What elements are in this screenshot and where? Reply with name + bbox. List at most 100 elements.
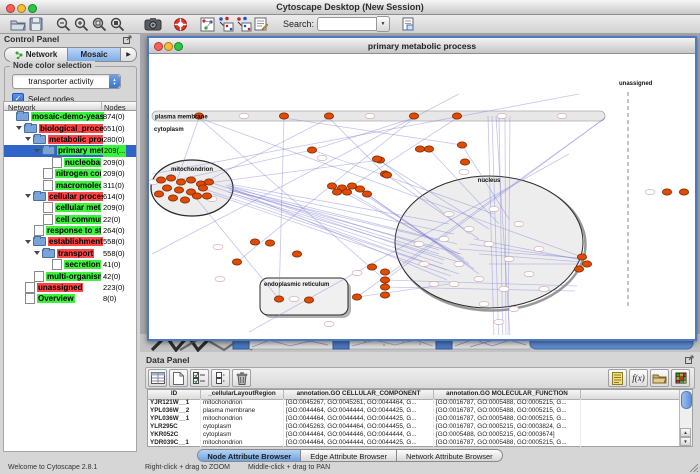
delete-attribute-button[interactable] [232,369,251,387]
graph-node[interactable] [460,159,469,165]
table-row[interactable]: YPL036W__1mitochondrion[GO:0044464, GO:0… [148,415,681,423]
graph-node[interactable] [582,261,591,267]
function-builder-button[interactable]: f(x) [629,369,648,387]
graph-node[interactable] [342,189,351,195]
scroll-up-button[interactable]: ▲ [680,428,691,437]
graph-node[interactable] [577,254,586,260]
col-header-cellular-component[interactable]: annotation.GO CELLULAR_COMPONENT [284,390,434,399]
graph-node[interactable] [154,191,163,197]
graph-node[interactable] [332,189,341,195]
zoom-fit-button[interactable] [108,16,126,32]
graph-node[interactable] [380,277,389,283]
graph-node[interactable] [202,193,211,199]
app-titlebar[interactable]: Cytoscape Desktop (New Session) [0,0,700,15]
graph-node[interactable] [174,187,183,193]
graph-node[interactable] [304,297,313,303]
graph-node[interactable] [162,185,171,191]
tree-item[interactable]: macromolecule311(0) [4,179,136,190]
graph-node[interactable] [452,113,461,119]
tab-network[interactable]: Network [4,47,68,62]
float-data-panel-icon[interactable] [685,355,694,364]
tree-item[interactable]: nitrogen compo209(0) [4,168,136,179]
graph-node[interactable] [679,189,688,195]
tree-item[interactable]: cellular metabo209(0) [4,202,136,213]
graph-node[interactable] [362,191,371,197]
tree-item[interactable]: multi-organism pro42(0) [4,270,136,281]
expand-arrow-icon[interactable] [34,149,40,153]
expand-arrow-icon[interactable] [25,194,31,198]
graph-node[interactable] [324,113,333,119]
tab-edge-attribute-browser[interactable]: Edge Attribute Browser [301,449,397,462]
graph-node[interactable] [192,193,201,199]
graph-node[interactable] [380,292,389,298]
graph-node[interactable] [265,240,274,246]
graph-node[interactable] [372,156,381,162]
scrollbar-thumb[interactable] [681,391,692,409]
search-input[interactable] [317,17,377,31]
graph-node[interactable] [367,264,376,270]
import-attributes-button[interactable] [608,369,627,387]
expand-arrow-icon[interactable] [16,126,22,130]
graph-node[interactable] [662,189,671,195]
graph-node[interactable] [352,294,361,300]
help-button[interactable] [171,16,189,32]
network-overlay-button-1[interactable] [198,16,216,32]
tree-item[interactable]: transport558(0) [4,248,136,259]
graph-node[interactable] [186,177,195,183]
graph-node[interactable] [574,266,583,272]
network-tree[interactable]: mosaic-demo-yeast874(0)biological_proces… [3,111,137,452]
scroll-down-button[interactable]: ▼ [680,437,691,446]
graph-node[interactable] [409,113,418,119]
expand-arrow-icon[interactable] [25,137,31,141]
network-view-window[interactable]: primary metabolic process plasma membran… [147,36,697,341]
network-view-titlebar[interactable]: primary metabolic process [149,38,695,54]
graph-node[interactable] [232,259,241,265]
col-header-molecular-function[interactable]: annotation.GO MOLECULAR_FUNCTION [434,390,581,399]
network-graph[interactable]: plasma membranecytoplasmmitochondrionnuc… [149,54,691,335]
graph-node[interactable] [176,179,185,185]
attribute-table-button[interactable] [148,369,167,387]
node-color-dropdown[interactable]: transporter activity ▲▼ [12,74,121,89]
graph-node[interactable] [250,239,259,245]
new-attribute-button[interactable] [169,369,188,387]
graph-node[interactable] [327,183,336,189]
graph-node[interactable] [292,251,301,257]
tree-item[interactable]: unassigned223(0) [4,282,136,293]
unselect-attributes-button[interactable] [211,369,230,387]
network-overlay-button-2[interactable] [216,16,234,32]
graph-node[interactable] [307,147,316,153]
table-row[interactable]: YLR295Ccytoplasm[GO:0045263, GO:0044464,… [148,423,681,431]
snapshot-button[interactable] [144,16,162,32]
open-session-button[interactable] [9,16,27,32]
tab-overflow-button[interactable]: ▶ [121,47,137,62]
resize-grip-icon[interactable] [689,463,699,473]
tree-item[interactable]: nucleobase-209(0) [4,157,136,168]
graph-node[interactable] [355,186,364,192]
graph-node[interactable] [198,185,207,191]
tree-item[interactable]: establishment of lo558(0) [4,236,136,247]
tab-node-attribute-browser[interactable]: Node Attribute Browser [197,449,301,462]
tree-item[interactable]: Overview8(0) [4,293,136,304]
graph-node[interactable] [166,175,175,181]
tree-item[interactable]: biological_process651(0) [4,122,136,133]
graph-node[interactable] [204,179,213,185]
float-panel-icon[interactable] [123,35,132,44]
graph-node[interactable] [156,177,165,183]
tree-item[interactable]: metabolic process280(0) [4,134,136,145]
tree-item[interactable]: cell communicat22(0) [4,214,136,225]
table-row[interactable]: YJR121W__1mitochondrion[GO:0045267, GO:0… [148,399,681,407]
expand-arrow-icon[interactable] [25,240,31,244]
attribute-table[interactable]: ID _cellularLayoutRegion annotation.GO C… [147,389,693,447]
col-header-id[interactable]: ID [148,390,201,399]
zoom-out-button[interactable] [54,16,72,32]
tab-mosaic[interactable]: Mosaic [68,47,121,62]
graph-node[interactable] [424,146,433,152]
tree-item[interactable]: cellular process614(0) [4,191,136,202]
col-header-region[interactable]: _cellularLayoutRegion [201,390,284,399]
network-canvas[interactable]: plasma membranecytoplasmmitochondrionnuc… [149,54,691,335]
graph-node[interactable] [415,146,424,152]
save-session-button[interactable] [27,16,45,32]
table-row[interactable]: YDR039C__1mitochondrion[GO:0044464, GO:0… [148,439,681,447]
graph-node[interactable] [279,113,288,119]
search-dropdown-button[interactable]: ▼ [377,16,390,32]
